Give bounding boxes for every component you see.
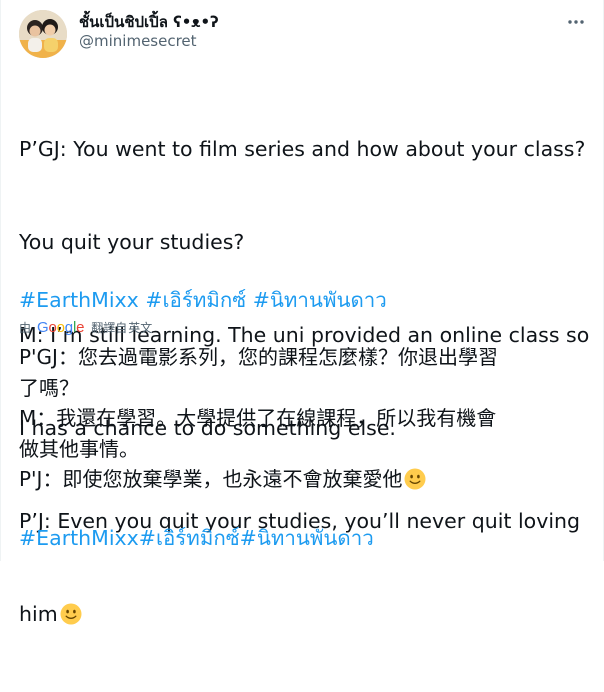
translation-attribution: 由 Google 翻譯自 英文 xyxy=(19,318,152,336)
author-names: ชั้นเป็นชิปเปิ้ล ʕ•ᴥ•ʔ @minimesecret xyxy=(79,13,219,51)
author-display-name[interactable]: ชั้นเป็นชิปเปิ้ล ʕ•ᴥ•ʔ xyxy=(79,13,219,32)
tweet-line-text: him xyxy=(19,602,58,626)
more-options-button[interactable] xyxy=(561,10,591,34)
translated-line: 做其他事情。 xyxy=(19,436,139,461)
translated-from-label: 翻譯自 xyxy=(91,320,128,335)
translated-hashtags-link[interactable]: #EarthMixx#เอิร์ทมิกซ์#นิทานพันดาว xyxy=(19,526,374,550)
slightly-smiling-face-icon xyxy=(60,603,82,625)
slightly-smiling-face-icon xyxy=(404,468,426,490)
author-avatar[interactable] xyxy=(19,10,67,58)
hashtag-link[interactable]: #นิทานพันดาว xyxy=(253,288,387,312)
tweet-card: ชั้นเป็นชิปเปิ้ล ʕ•ᴥ•ʔ @minimesecret P’G… xyxy=(0,0,604,626)
more-horizontal-icon xyxy=(568,20,584,24)
translated-line: P'GJ：您去過電影系列，您的課程怎麼樣？你退出學習 xyxy=(19,345,498,369)
tweet-hashtags: #EarthMixx #เอิร์ทมิกซ์ #นิทานพันดาว xyxy=(19,286,387,314)
translated-text: P'GJ：您去過電影系列，您的課程怎麼樣？你退出學習 了嗎？ M：我還在學習。大… xyxy=(19,342,595,495)
author-handle[interactable]: @minimesecret xyxy=(79,32,219,51)
translated-hashtags: #EarthMixx#เอิร์ทมิกซ์#นิทานพันดาว xyxy=(19,524,374,552)
source-language[interactable]: 英文 xyxy=(128,319,152,336)
tweet-header: ชั้นเป็นชิปเปิ้ล ʕ•ᴥ•ʔ @minimesecret xyxy=(19,10,591,58)
translated-line-last: P'J：即使您放棄學業，也永遠不會放棄愛他 xyxy=(19,464,595,495)
translated-line: M：我還在學習。大學提供了在線課程，所以我有機會 xyxy=(19,406,497,430)
translated-by-label: 由 xyxy=(19,320,32,335)
google-logo: Google xyxy=(37,318,85,336)
translated-line-text: P'J：即使您放棄學業，也永遠不會放棄愛他 xyxy=(19,467,403,491)
translated-line: 了嗎？ xyxy=(19,375,79,400)
tweet-line-last: him xyxy=(19,599,595,630)
hashtag-link[interactable]: #เอิร์ทมิกซ์ xyxy=(145,288,246,312)
tweet-line: You quit your studies? xyxy=(19,230,245,254)
tweet-line: P’GJ: You went to film series and how ab… xyxy=(19,137,586,161)
hashtag-link[interactable]: #EarthMixx xyxy=(19,288,139,312)
